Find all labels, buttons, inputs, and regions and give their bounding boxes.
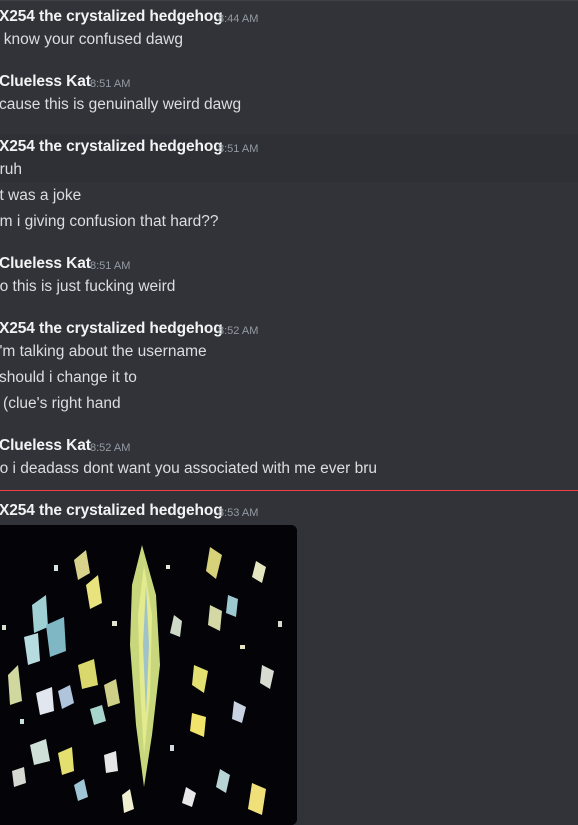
message-text: x (clue's right hand	[0, 395, 121, 412]
message-author[interactable]: X254 the crystalized hedgehog	[0, 8, 223, 26]
message-timestamp: 8:51 AM	[218, 143, 259, 155]
crystal-shards-image	[0, 525, 297, 825]
message-text: am i giving confusion that hard??	[0, 213, 219, 230]
message-text: no this is just fucking weird	[0, 278, 176, 295]
message-timestamp: 8:52 AM	[90, 442, 131, 454]
message-text: i'm talking about the username	[0, 343, 207, 360]
message-text: i know your confused dawg	[0, 31, 183, 48]
top-divider	[0, 0, 578, 1]
message-author[interactable]: Clueless Kat	[0, 255, 91, 273]
message-timestamp: 8:52 AM	[218, 325, 259, 337]
message-text: it was a joke	[0, 187, 82, 204]
message-author[interactable]: Clueless Kat	[0, 73, 91, 91]
message-author[interactable]: X254 the crystalized hedgehog	[0, 138, 223, 156]
message-text: cause this is genuinally weird dawg	[0, 96, 242, 113]
message-timestamp: 8:51 AM	[90, 78, 131, 90]
chat-message-list: X254 the crystalized hedgehog 8:44 AM i …	[0, 0, 578, 825]
message-text: should i change it to	[0, 369, 137, 386]
message-text: bruh	[0, 161, 23, 178]
image-attachment[interactable]	[0, 525, 297, 825]
message-timestamp: 8:51 AM	[90, 260, 131, 272]
message-timestamp: 8:53 AM	[218, 507, 259, 519]
message-text: no i deadass dont want you associated wi…	[0, 460, 378, 477]
new-messages-divider	[0, 490, 578, 491]
message-author[interactable]: X254 the crystalized hedgehog	[0, 502, 223, 520]
message-author[interactable]: X254 the crystalized hedgehog	[0, 320, 223, 338]
message-timestamp: 8:44 AM	[218, 13, 259, 25]
message-author[interactable]: Clueless Kat	[0, 437, 91, 455]
